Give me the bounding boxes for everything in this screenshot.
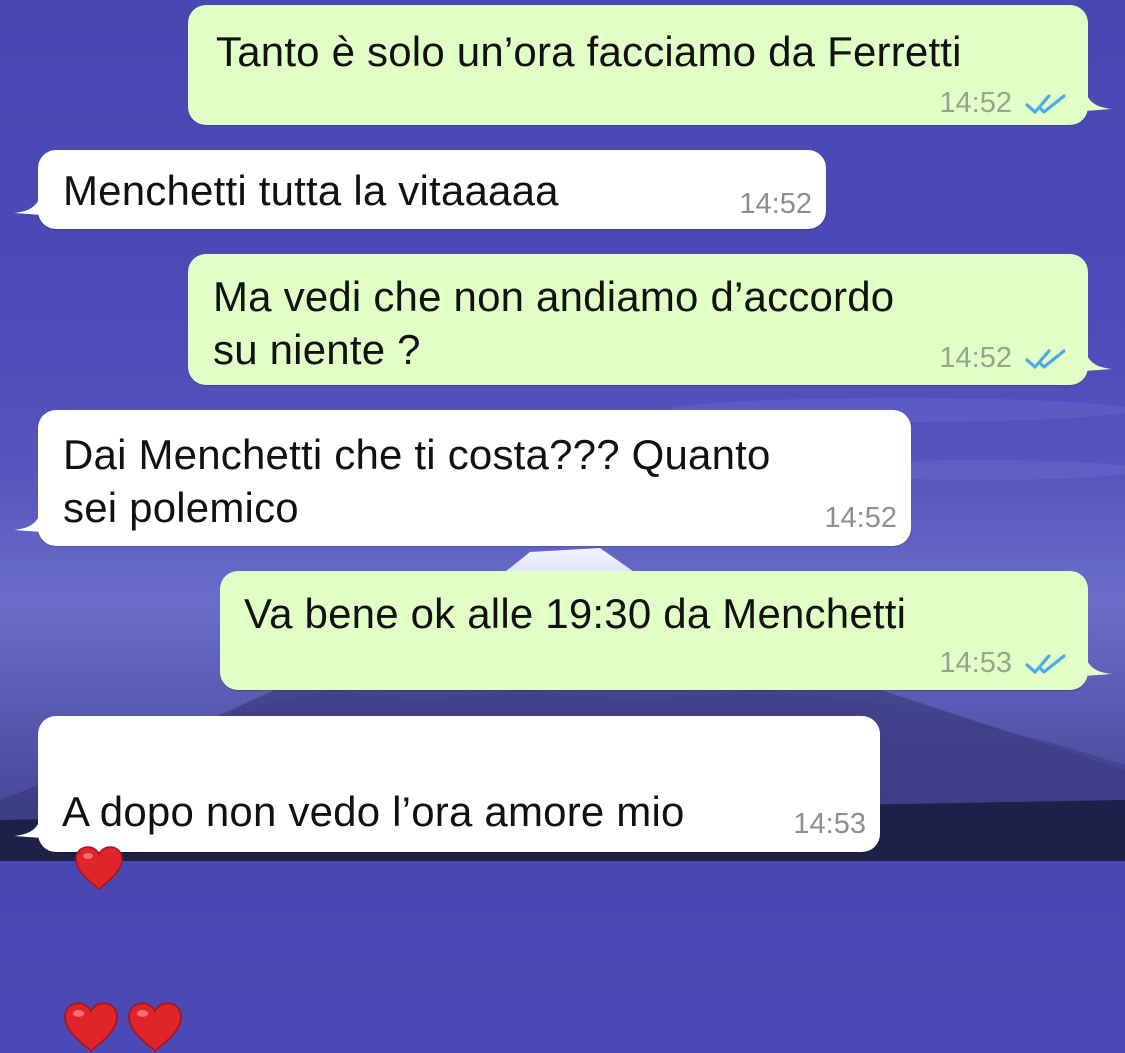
message-text: Ma vedi che non andiamo d’accordo su nie… xyxy=(213,273,895,373)
message-bubble-incoming[interactable]: A dopo non vedo l’ora amore mio 14:53 xyxy=(14,716,880,1052)
message-bubble-outgoing[interactable]: Va bene ok alle 19:30 da Menchetti 14:53 xyxy=(220,571,1112,690)
message-meta: 14:52 xyxy=(824,502,897,535)
message-meta: 14:53 xyxy=(939,647,1070,680)
bubble-tail xyxy=(14,810,42,838)
bubble-tail xyxy=(1084,648,1112,676)
message-meta: 14:52 xyxy=(739,188,812,221)
bubble-tail xyxy=(14,187,42,215)
message-text: Va bene ok alle 19:30 da Menchetti xyxy=(244,590,907,637)
message-bubble-outgoing[interactable]: Ma vedi che non andiamo d’accordo su nie… xyxy=(188,254,1112,385)
message-time: 14:52 xyxy=(939,87,1012,119)
message-meta: 14:53 xyxy=(793,808,866,841)
message-meta: 14:52 xyxy=(939,342,1070,375)
message-text: A dopo non vedo l’ora amore mio xyxy=(62,732,862,1053)
message-time: 14:53 xyxy=(793,808,866,840)
message-bubble-incoming[interactable]: Menchetti tutta la vitaaaaa 14:52 xyxy=(14,150,826,229)
bubble-tail xyxy=(1084,343,1112,371)
message-time: 14:52 xyxy=(739,188,812,220)
heart-icon xyxy=(75,846,123,890)
message-text: Tanto è solo un’ora facciamo da Ferretti xyxy=(216,28,962,75)
double-check-read-icon xyxy=(1025,348,1066,369)
message-text-content: A dopo non vedo l’ora amore mio xyxy=(62,788,685,835)
double-check-read-icon xyxy=(1025,93,1066,114)
bubble-tail xyxy=(14,504,42,532)
message-text: Menchetti tutta la vitaaaaa xyxy=(63,167,559,214)
message-meta: 14:52 xyxy=(939,87,1070,120)
message-bubble-outgoing[interactable]: Tanto è solo un’ora facciamo da Ferretti… xyxy=(188,5,1112,125)
heart-icon xyxy=(128,1002,182,1052)
message-time: 14:52 xyxy=(939,342,1012,374)
double-check-read-icon xyxy=(1025,653,1066,674)
heart-icon xyxy=(64,1002,118,1052)
message-bubble-incoming[interactable]: Dai Menchetti che ti costa??? Quanto sei… xyxy=(14,410,911,546)
message-text: Dai Menchetti che ti costa??? Quanto sei… xyxy=(63,431,771,531)
message-time: 14:52 xyxy=(824,502,897,534)
bubble-tail xyxy=(1084,83,1112,111)
message-time: 14:53 xyxy=(939,647,1012,679)
